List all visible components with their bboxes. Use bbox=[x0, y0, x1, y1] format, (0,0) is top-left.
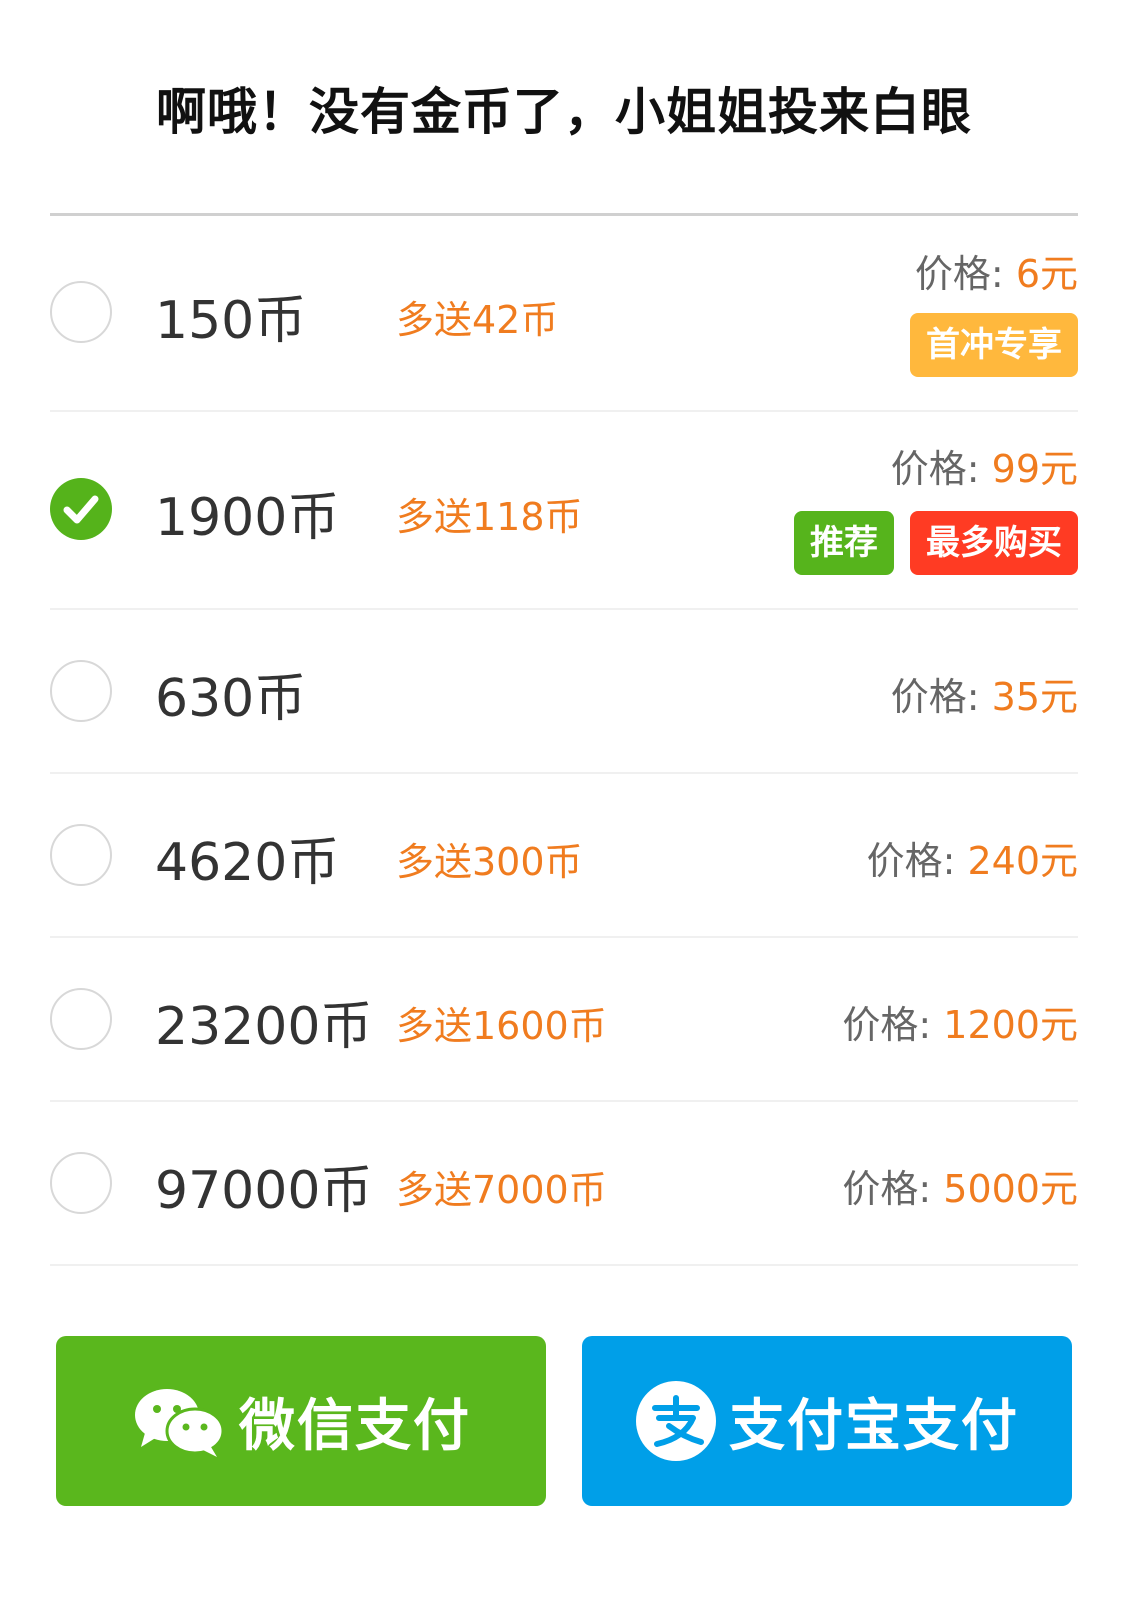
price-value: 240元 bbox=[967, 839, 1078, 883]
price: 价格: 1200元 bbox=[842, 994, 1078, 1049]
alipay-icon bbox=[636, 1381, 716, 1461]
radio-button[interactable] bbox=[50, 824, 112, 886]
badge-recommended: 推荐 bbox=[794, 511, 894, 575]
price-label: 价格: bbox=[890, 675, 992, 719]
coin-amount: 23200币 bbox=[155, 997, 373, 1057]
radio-button[interactable] bbox=[50, 281, 112, 343]
badge-group: 首冲专享 bbox=[910, 313, 1078, 377]
bonus-text: 多送300币 bbox=[396, 840, 583, 884]
price: 价格: 240元 bbox=[867, 830, 1078, 885]
price-value: 99元 bbox=[991, 447, 1078, 491]
radio-button-checked[interactable] bbox=[50, 478, 112, 540]
price: 价格: 35元 bbox=[891, 666, 1078, 721]
coin-amount: 630币 bbox=[155, 669, 307, 729]
price-label: 价格: bbox=[914, 252, 1016, 296]
price: 价格: 5000元 bbox=[842, 1158, 1078, 1213]
checkmark-icon bbox=[63, 495, 99, 524]
price: 价格: 6元 bbox=[915, 243, 1078, 298]
price-label: 价格: bbox=[842, 1167, 944, 1211]
wechat-pay-label: 微信支付 bbox=[239, 1393, 471, 1459]
price-label: 价格: bbox=[842, 1003, 944, 1047]
coin-option-1[interactable]: 150币 多送42币 价格: 6元 首冲专享 bbox=[50, 216, 1078, 412]
coin-option-2[interactable]: 1900币 多送118币 价格: 99元 推荐 最多购买 bbox=[50, 412, 1078, 610]
coin-option-5[interactable]: 23200币 多送1600币 价格: 1200元 bbox=[50, 938, 1078, 1102]
coin-option-6[interactable]: 97000币 多送7000币 价格: 5000元 bbox=[50, 1102, 1078, 1266]
radio-button[interactable] bbox=[50, 988, 112, 1050]
coin-amount: 1900币 bbox=[155, 488, 340, 548]
coin-option-4[interactable]: 4620币 多送300币 价格: 240元 bbox=[50, 774, 1078, 938]
price-value: 5000元 bbox=[943, 1167, 1078, 1211]
coin-amount: 97000币 bbox=[155, 1161, 373, 1221]
wechat-icon bbox=[135, 1389, 225, 1457]
bonus-text: 多送7000币 bbox=[396, 1168, 607, 1212]
radio-button[interactable] bbox=[50, 660, 112, 722]
coin-option-3[interactable]: 630币 价格: 35元 bbox=[50, 610, 1078, 774]
price-label: 价格: bbox=[890, 447, 992, 491]
price-value: 1200元 bbox=[943, 1003, 1078, 1047]
page-title: 啊哦！没有金币了，小姐姐投来白眼 bbox=[156, 83, 972, 141]
coin-amount: 4620币 bbox=[155, 833, 340, 893]
price-value: 35元 bbox=[991, 675, 1078, 719]
price-value: 6元 bbox=[1015, 252, 1078, 296]
bonus-text: 多送1600币 bbox=[396, 1004, 607, 1048]
badge-group: 推荐 最多购买 bbox=[794, 511, 1078, 575]
bonus-text: 多送42币 bbox=[396, 298, 559, 342]
price: 价格: 99元 bbox=[891, 438, 1078, 493]
bonus-text: 多送118币 bbox=[396, 495, 583, 539]
badge-first-recharge: 首冲专享 bbox=[910, 313, 1078, 377]
badge-most-purchased: 最多购买 bbox=[910, 511, 1078, 575]
alipay-label: 支付宝支付 bbox=[729, 1393, 1019, 1459]
alipay-button[interactable]: 支付宝支付 bbox=[582, 1336, 1072, 1506]
price-label: 价格: bbox=[866, 839, 968, 883]
radio-button[interactable] bbox=[50, 1152, 112, 1214]
coin-amount: 150币 bbox=[155, 291, 307, 351]
wechat-pay-button[interactable]: 微信支付 bbox=[56, 1336, 546, 1506]
